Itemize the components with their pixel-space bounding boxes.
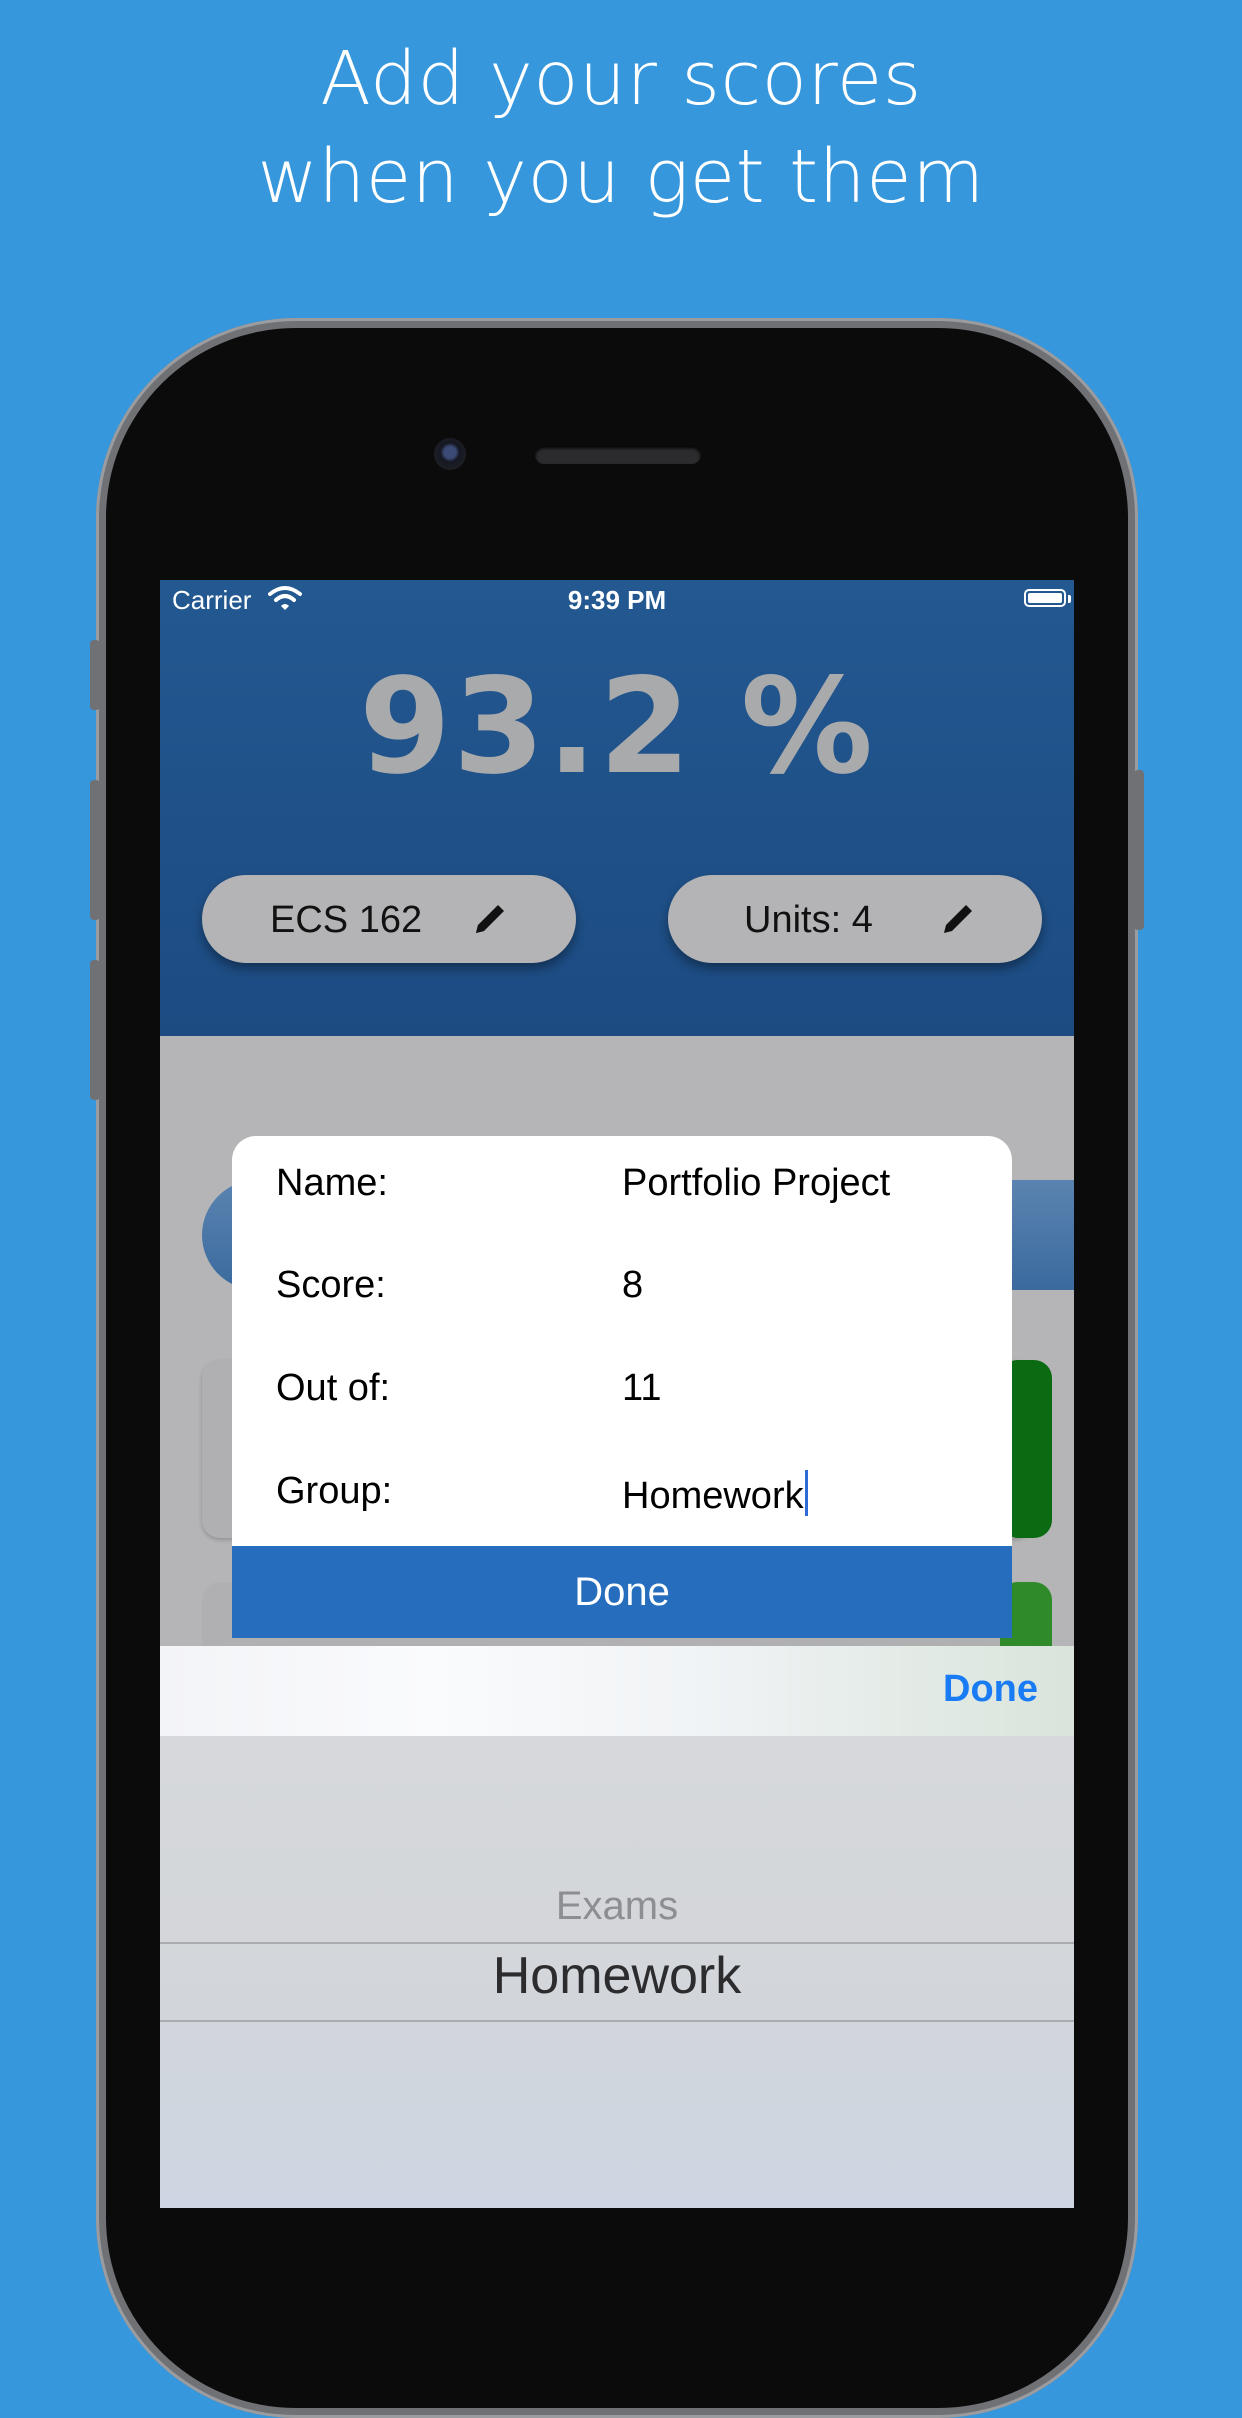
picker-done-button[interactable]: Done: [943, 1668, 1038, 1711]
pencil-icon: [938, 899, 978, 939]
picker-option-exams[interactable]: Exams: [160, 1884, 1074, 1929]
headline: Add your scores when you get them: [0, 30, 1242, 226]
out-of-field[interactable]: 11: [622, 1367, 661, 1410]
front-camera: [434, 438, 466, 470]
battery-icon: [1024, 589, 1066, 607]
grade-header: Carrier 9:39 PM 93.2 % ECS 162 Units: 4: [160, 580, 1074, 1036]
headline-line-1: Add your scores: [320, 36, 922, 122]
group-row: Group: Homework: [232, 1452, 1012, 1532]
course-units-label: Units: 4: [744, 899, 873, 941]
volume-down-button: [90, 960, 100, 1100]
mute-switch: [90, 640, 100, 710]
app-screen: Carrier 9:39 PM 93.2 % ECS 162 Units: 4 …: [160, 580, 1074, 2208]
course-name-label: ECS 162: [270, 899, 423, 941]
add-score-dialog: Name: Portfolio Project Score: 8 Out of:…: [232, 1136, 1012, 1638]
picker-toolbar: Done: [160, 1646, 1074, 1736]
dialog-done-button[interactable]: Done: [232, 1546, 1012, 1638]
score-row: Score: 8: [232, 1246, 1012, 1326]
headline-line-2: when you get them: [257, 134, 985, 220]
grade-percent: 93.2 %: [359, 650, 875, 804]
picker-option-homework[interactable]: Homework: [160, 1946, 1074, 2006]
power-button: [1134, 770, 1144, 930]
text-cursor: [804, 1470, 808, 1516]
pencil-icon: [470, 899, 510, 939]
name-field[interactable]: Portfolio Project: [622, 1162, 890, 1205]
course-name-button[interactable]: ECS 162: [202, 875, 576, 963]
volume-up-button: [90, 780, 100, 920]
earpiece-speaker: [535, 446, 701, 464]
out-of-label: Out of:: [276, 1367, 391, 1409]
course-units-button[interactable]: Units: 4: [668, 875, 1042, 963]
score-label: Score:: [276, 1264, 386, 1306]
picker-selection-bottom-line: [160, 2020, 1074, 2022]
name-row: Name: Portfolio Project: [232, 1144, 1012, 1224]
score-field[interactable]: 8: [622, 1264, 643, 1307]
group-label: Group:: [276, 1470, 393, 1512]
group-field[interactable]: Homework: [622, 1475, 804, 1517]
name-label: Name:: [276, 1162, 388, 1204]
group-field-wrap[interactable]: Homework: [622, 1470, 808, 1518]
status-bar: Carrier 9:39 PM: [160, 580, 1074, 620]
out-of-row: Out of: 11: [232, 1349, 1012, 1429]
status-time: 9:39 PM: [567, 585, 667, 615]
picker-selection-top-line: [160, 1942, 1074, 1944]
group-picker[interactable]: Exams Homework: [160, 1736, 1074, 2208]
battery-tip: [1068, 595, 1071, 603]
